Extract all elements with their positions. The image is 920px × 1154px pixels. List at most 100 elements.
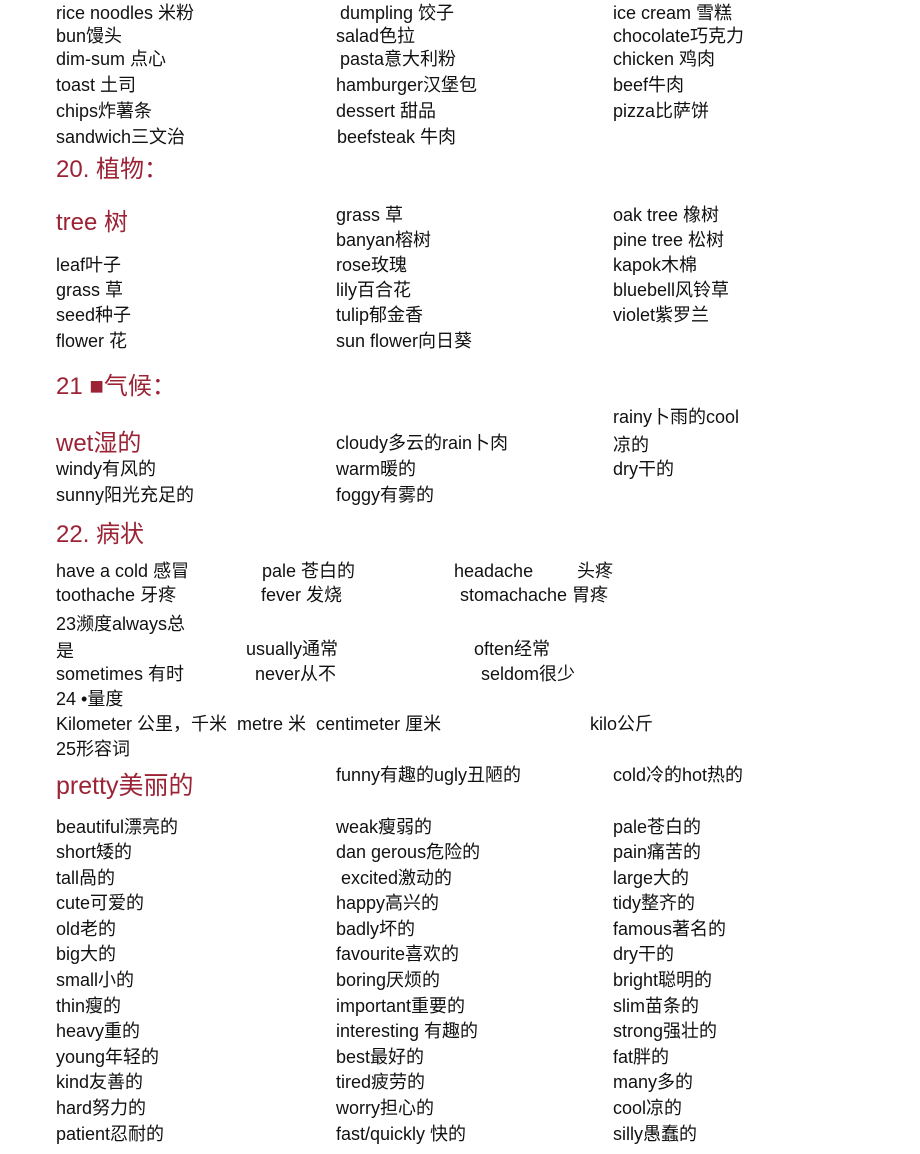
vocab-item: chocolate巧克力 [613,26,745,46]
vocab-item: ice cream 雪糕 [613,3,733,23]
vocab-item: Kilometer 公里，千米 metre 米 centimeter 厘米 [56,714,442,734]
vocab-item: heavy重的 [56,1021,141,1041]
vocab-item: cloudy多云的rain卜肉 [336,433,509,453]
vocab-item: excited激动的 [336,868,453,888]
vocab-item: toothache 牙疼 [56,585,177,605]
vocab-item: lily百合花 [336,280,411,300]
vocab-item: warm暖的 [336,459,416,479]
plants-lead-word: tree 树 [56,209,129,236]
vocab-item: boring厌烦的 [336,970,441,990]
vocab-item: chicken 鸡肉 [613,49,716,69]
vocab-item: grass 草 [336,205,404,225]
vocab-item: badly坏的 [336,919,416,939]
vocab-item: dessert 甜品 [336,101,437,121]
vocab-item: 头疼 [577,561,613,581]
vocab-item: rice noodles 米粉 [56,3,195,23]
vocab-item: dry干的 [613,944,675,964]
vocab-item: never从不 [255,664,337,684]
vocab-item: fast/quickly 快的 [336,1124,467,1144]
vocab-item: kind友善的 [56,1072,144,1092]
vocab-item: seed种子 [56,305,132,325]
vocab-item: leaf叶子 [56,255,122,275]
vocab-item: flower 花 [56,331,128,351]
vocab-item: usually通常 [246,639,339,659]
vocab-item: weak瘦弱的 [336,817,433,837]
section-heading-symptoms: 22. 病状 [56,521,145,548]
vocab-item: pale苍白的 [613,817,702,837]
vocab-item: pizza比萨饼 [613,101,710,121]
vocab-item: worry担心的 [336,1098,434,1118]
vocab-item: thin瘦的 [56,996,122,1016]
vocab-item: oak tree 橡树 [613,205,720,225]
vocab-item: pale 苍白的 [262,561,356,581]
section-heading-measure: 24 •量度 [56,689,124,709]
vocab-item: rainy卜雨的cool [613,407,740,427]
vocab-item: short矮的 [56,842,133,862]
vocab-item: happy高兴的 [336,893,440,913]
vocab-item: old老的 [56,919,117,939]
vocab-item: pain痛苦的 [613,842,702,862]
vocab-item: often经常 [474,639,551,659]
vocab-item: tidy整齐的 [613,893,696,913]
vocab-item: beefsteak 牛肉 [337,127,457,147]
vocab-item: fever 发烧 [261,585,343,605]
vocab-item: hard努力的 [56,1098,147,1118]
vocab-item: toast 土司 [56,75,137,95]
vocab-item: sun flower向日葵 [336,331,473,351]
vocab-item: have a cold 感冒 [56,561,190,581]
vocab-item: bright聪明的 [613,970,713,990]
vocab-item: stomachache 胃疼 [460,585,609,605]
vocab-item: interesting 有趣的 [336,1021,479,1041]
vocab-item: young年轻的 [56,1047,160,1067]
vocab-item: silly愚蠢的 [613,1124,697,1144]
vocab-item: best最好的 [336,1047,425,1067]
vocab-item: dan gerous危险的 [336,842,481,862]
vocab-item: beautiful漂亮的 [56,817,179,837]
climate-lead-word: wet湿的 [56,430,142,457]
vocab-item: headache [454,561,534,581]
vocab-item: hamburger汉堡包 [336,75,478,95]
section-heading-frequency: 23濒度always总 [56,614,186,634]
section-heading-climate: 21 ■气候： [56,373,176,400]
vocab-item: tall咼的 [56,868,116,888]
vocab-item: dry干的 [613,459,675,479]
vocab-item: funny有趣的ugly丑陋的 [336,765,522,785]
vocab-item: kapok木棉 [613,255,698,275]
adjectives-lead-word: pretty美丽的 [56,772,194,800]
vocab-item: windy有风的 [56,459,157,479]
section-heading-adjectives: 25形容词 [56,739,131,759]
vocab-item: violet紫罗兰 [613,305,710,325]
vocab-item: grass 草 [56,280,124,300]
vocab-item: tulip郁金香 [336,305,424,325]
vocab-item: 凉的 [613,435,649,455]
vocab-item: patient忍耐的 [56,1124,165,1144]
vocab-item: sunny阳光充足的 [56,485,195,505]
vocab-item: rose玫瑰 [336,255,408,275]
vocab-item: cool凉的 [613,1098,683,1118]
vocab-item: slim苗条的 [613,996,699,1016]
vocab-item: tired疲劳的 [336,1072,426,1092]
vocab-item: cold冷的hot热的 [613,765,744,785]
vocab-item: famous著名的 [613,919,727,939]
vocab-item: seldom很少 [481,664,576,684]
section-heading-plants: 20. 植物： [56,156,169,183]
vocab-item: bluebell风铃草 [613,280,730,300]
vocab-item: many多的 [613,1072,694,1092]
vocab-item: pine tree 松树 [613,230,725,250]
vocab-item: banyan榕树 [336,230,432,250]
vocab-item: foggy有雾的 [336,485,435,505]
vocab-item: kilo公斤 [590,714,654,734]
vocab-item: important重要的 [336,996,466,1016]
vocab-item: small小的 [56,970,135,990]
vocab-item: big大的 [56,944,117,964]
vocab-item: large大的 [613,868,690,888]
vocab-item: bun馒头 [56,26,123,46]
vocab-item: 是 [56,641,74,661]
vocab-item: cute可爱的 [56,893,145,913]
vocab-item: dim-sum 点心 [56,49,167,69]
vocab-item: sometimes 有时 [56,664,185,684]
vocab-item: sandwich三文治 [56,127,186,147]
vocab-item: salad色拉 [336,26,416,46]
vocab-item: strong强壮的 [613,1021,718,1041]
vocab-item: beef牛肉 [613,75,685,95]
